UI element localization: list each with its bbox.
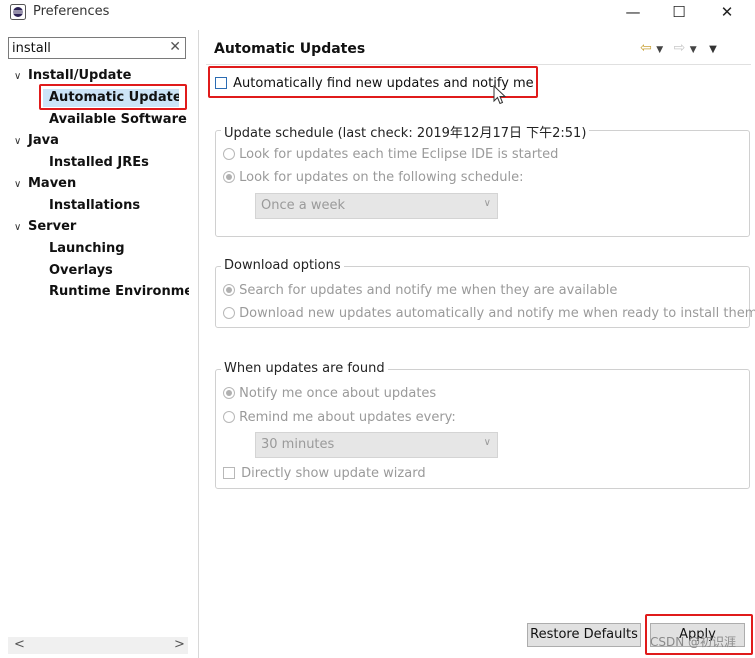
remind-interval-dropdown[interactable]: 30 minutes ∨: [255, 432, 498, 458]
show-update-wizard-checkbox[interactable]: Directly show update wizard: [223, 466, 426, 481]
forward-arrow-icon[interactable]: ⇨: [674, 40, 686, 56]
tree-item-available-software-sites[interactable]: Available Software Si: [49, 112, 189, 127]
chevron-down-icon[interactable]: ∨: [14, 136, 28, 147]
radio-button[interactable]: [223, 148, 235, 160]
radio-button[interactable]: [223, 284, 235, 296]
scroll-left-icon[interactable]: <: [14, 637, 25, 652]
when-updates-found-title: When updates are found: [221, 361, 388, 376]
back-arrow-icon[interactable]: ⇦: [640, 40, 652, 56]
title-bar: Preferences — ☐ ✕: [0, 0, 755, 26]
highlight-box-tree-item: [39, 84, 187, 110]
radio-download-automatically[interactable]: Download new updates automatically and n…: [223, 306, 755, 321]
radio-label: Download new updates automatically and n…: [239, 306, 755, 321]
tree-item-launching[interactable]: Launching: [49, 241, 189, 256]
dropdown-value: 30 minutes: [261, 437, 335, 452]
radio-notify-once[interactable]: Notify me once about updates: [223, 386, 436, 401]
chevron-down-icon: ∨: [483, 437, 491, 448]
tree-group-label: Java: [28, 133, 59, 148]
view-menu-icon[interactable]: ▼: [709, 44, 717, 55]
window-title: Preferences: [33, 4, 110, 19]
filter-field[interactable]: ✕: [8, 37, 186, 59]
update-schedule-title: Update schedule (last check: 2019年12月17日…: [221, 122, 590, 141]
tree-item-installed-jres[interactable]: Installed JREs: [49, 155, 189, 170]
maximize-button[interactable]: ☐: [656, 0, 702, 26]
chevron-down-icon[interactable]: ∨: [14, 222, 28, 233]
chevron-down-icon[interactable]: ∨: [14, 71, 28, 82]
minimize-button[interactable]: —: [610, 0, 656, 26]
tree-group-label: Maven: [28, 176, 77, 191]
radio-button[interactable]: [223, 171, 235, 183]
filter-input[interactable]: [12, 40, 162, 56]
close-button[interactable]: ✕: [704, 0, 750, 26]
eclipse-app-icon: [10, 4, 26, 20]
tree-group-java[interactable]: ∨ Java: [14, 133, 59, 148]
tree-group-label: Server: [28, 219, 77, 234]
tree-group-install-update[interactable]: ∨ Install/Update: [14, 68, 131, 83]
checkbox-label: Directly show update wizard: [241, 466, 426, 481]
restore-defaults-button[interactable]: Restore Defaults: [527, 623, 641, 647]
back-menu-chevron-icon[interactable]: ▼: [656, 45, 663, 55]
chevron-down-icon: ∨: [483, 198, 491, 209]
mouse-cursor-icon: [493, 85, 507, 105]
clear-filter-icon[interactable]: ✕: [169, 39, 181, 55]
watermark: CSDN @初识涯: [650, 635, 737, 649]
radio-remind-every[interactable]: Remind me about updates every:: [223, 410, 456, 425]
tree-group-label: Install/Update: [28, 68, 132, 83]
title-separator: [206, 64, 751, 65]
highlight-box-auto-find: [208, 66, 538, 98]
tree-group-server[interactable]: ∨ Server: [14, 219, 76, 234]
radio-check-on-schedule[interactable]: Look for updates on the following schedu…: [223, 170, 523, 185]
radio-label: Look for updates on the following schedu…: [239, 170, 524, 185]
scroll-right-icon[interactable]: >: [174, 637, 185, 652]
radio-label: Look for updates each time Eclipse IDE i…: [239, 147, 559, 162]
radio-button[interactable]: [223, 387, 235, 399]
tree-item-overlays[interactable]: Overlays: [49, 263, 189, 278]
chevron-down-icon[interactable]: ∨: [14, 179, 28, 190]
radio-button[interactable]: [223, 307, 235, 319]
radio-search-and-notify[interactable]: Search for updates and notify me when th…: [223, 283, 617, 298]
tree-item-installations[interactable]: Installations: [49, 198, 189, 213]
page-navigation: ⇦ ▼ ⇨ ▼ ▼: [640, 40, 717, 56]
forward-menu-chevron-icon[interactable]: ▼: [690, 45, 697, 55]
radio-label: Remind me about updates every:: [239, 410, 456, 425]
radio-button[interactable]: [223, 411, 235, 423]
download-options-title: Download options: [221, 258, 344, 273]
tree-item-runtime-environments[interactable]: Runtime Environmen: [49, 284, 189, 299]
schedule-dropdown[interactable]: Once a week ∨: [255, 193, 498, 219]
page-title: Automatic Updates: [214, 41, 366, 57]
radio-label: Notify me once about updates: [239, 386, 437, 401]
tree-group-maven[interactable]: ∨ Maven: [14, 176, 76, 191]
checkbox-box[interactable]: [223, 467, 235, 479]
dropdown-value: Once a week: [261, 198, 346, 213]
radio-check-on-startup[interactable]: Look for updates each time Eclipse IDE i…: [223, 147, 558, 162]
radio-label: Search for updates and notify me when th…: [239, 283, 618, 298]
horizontal-scrollbar[interactable]: < >: [8, 637, 188, 654]
